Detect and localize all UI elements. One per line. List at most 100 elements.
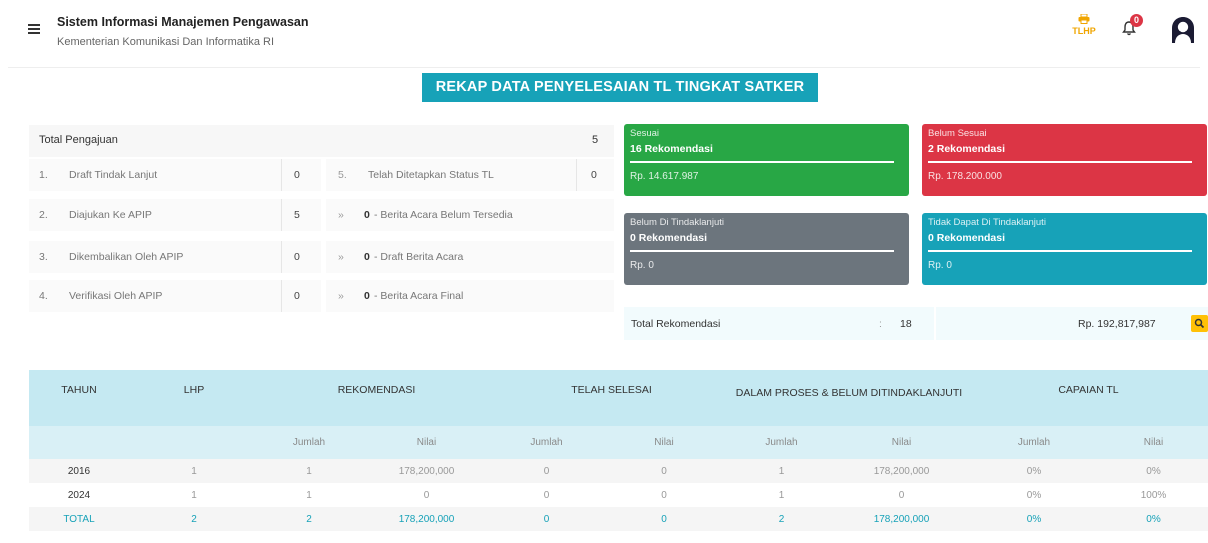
table-cell: 2	[129, 507, 259, 531]
item-label: - Berita Acara Final	[374, 290, 464, 302]
item-label: Telah Ditetapkan Status TL	[368, 169, 494, 181]
pengajuan-item[interactable]: » 0 - Berita Acara Final	[326, 280, 614, 312]
item-value: 0	[294, 169, 300, 181]
total-pengajuan-label: Total Pengajuan	[39, 134, 118, 146]
subheader: Jumlah	[729, 426, 834, 459]
table-cell: 2016	[29, 459, 129, 483]
tlhp-label: TLHP	[1072, 26, 1096, 36]
table-cell: 0%	[1099, 507, 1208, 531]
table-cell: 0	[494, 507, 599, 531]
table-subheader-row: Jumlah Nilai Jumlah Nilai Jumlah Nilai J…	[29, 426, 1208, 459]
app-title: Sistem Informasi Manajemen Pengawasan	[57, 15, 309, 29]
search-button[interactable]	[1191, 315, 1208, 332]
table-cell: 2	[729, 507, 834, 531]
table-cell: 1	[259, 459, 359, 483]
item-value: 0	[294, 290, 300, 302]
table-total-row: TOTAL 2 2 178,200,000 0 0 2 178,200,000 …	[29, 507, 1208, 531]
arrow-icon: »	[338, 290, 344, 302]
subheader: Jumlah	[494, 426, 599, 459]
rekap-table: TAHUN LHP REKOMENDASI TELAH SELESAI DALA…	[29, 370, 1208, 531]
pengajuan-item[interactable]: 1. Draft Tindak Lanjut 0	[29, 159, 321, 191]
card-count: 0 Rekomendasi	[928, 232, 1006, 244]
arrow-icon: »	[338, 209, 344, 221]
card-title: Sesuai	[630, 128, 660, 139]
table-cell: 178,200,000	[359, 459, 494, 483]
table-cell: 2024	[67, 489, 91, 501]
item-value: 0	[364, 290, 370, 302]
pengajuan-item[interactable]: » 0 - Draft Berita Acara	[326, 241, 614, 273]
subheader: Jumlah	[969, 426, 1099, 459]
table-header-row: TAHUN LHP REKOMENDASI TELAH SELESAI DALA…	[29, 370, 1208, 426]
notification-badge: 0	[1130, 14, 1143, 27]
table-cell: 0	[494, 459, 599, 483]
table-cell: 2	[259, 507, 359, 531]
table-cell: 0%	[1099, 459, 1208, 483]
subheader: Jumlah	[259, 426, 359, 459]
item-number: 5.	[338, 169, 347, 181]
pengajuan-item[interactable]: » 0 - Berita Acara Belum Tersedia	[326, 199, 614, 231]
card-amount: Rp. 0	[630, 260, 654, 271]
table-cell: 1	[778, 489, 785, 501]
total-pengajuan-row: Total Pengajuan 5	[29, 125, 614, 157]
item-value: 5	[294, 209, 300, 221]
card-count: 2 Rekomendasi	[928, 143, 1006, 155]
card-belum-sesuai[interactable]: Belum Sesuai 2 Rekomendasi Rp. 178.200.0…	[922, 124, 1207, 196]
item-value: 0	[364, 251, 370, 263]
item-label: Diajukan Ke APIP	[69, 209, 152, 221]
total-rekomendasi-count: 18	[900, 318, 912, 330]
item-number: 4.	[39, 290, 48, 302]
card-amount: Rp. 178.200.000	[928, 171, 1002, 182]
menu-icon[interactable]	[28, 24, 40, 36]
card-count: 16 Rekomendasi	[630, 143, 713, 155]
arrow-icon: »	[338, 251, 344, 263]
item-label: Draft Tindak Lanjut	[69, 169, 158, 181]
table-cell: 0	[661, 489, 667, 501]
subheader: Nilai	[359, 426, 494, 459]
table-cell: 0	[898, 489, 905, 501]
header-divider	[8, 67, 1200, 68]
table-row[interactable]: 2024 1 1 0 0 0 1 0 0% 100%	[29, 483, 1208, 507]
item-value: 0	[364, 209, 370, 221]
item-number: 2.	[39, 209, 48, 221]
table-cell: 0%	[969, 507, 1099, 531]
card-amount: Rp. 0	[928, 260, 952, 271]
table-cell: 1	[191, 489, 197, 501]
table-cell: TOTAL	[29, 507, 129, 531]
column-header: TAHUN	[29, 370, 129, 426]
subheader: Nilai	[599, 426, 729, 459]
card-sesuai[interactable]: Sesuai 16 Rekomendasi Rp. 14.617.987	[624, 124, 909, 196]
table-cell: 1	[729, 459, 834, 483]
table-cell: 178,200,000	[834, 507, 969, 531]
card-tidak-dapat-ditindaklanjuti[interactable]: Tidak Dapat Di Tindaklanjuti 0 Rekomenda…	[922, 213, 1207, 285]
item-label: Verifikasi Oleh APIP	[69, 290, 163, 302]
pengajuan-item[interactable]: 4. Verifikasi Oleh APIP 0	[29, 280, 321, 312]
table-cell: 0	[599, 507, 729, 531]
user-avatar-icon[interactable]	[1170, 16, 1196, 44]
pengajuan-item[interactable]: 2. Diajukan Ke APIP 5	[29, 199, 321, 231]
item-number: 1.	[39, 169, 48, 181]
item-value: 0	[294, 251, 300, 263]
column-header: LHP	[129, 370, 259, 426]
pengajuan-panel: Total Pengajuan 5 1. Draft Tindak Lanjut…	[29, 125, 614, 318]
card-amount: Rp. 14.617.987	[630, 171, 699, 182]
total-rekomendasi-amount: Rp. 192,817,987	[1078, 318, 1156, 330]
item-number: 3.	[39, 251, 48, 263]
table-cell: 1	[306, 489, 312, 501]
tlhp-button[interactable]: TLHP	[1064, 14, 1104, 36]
card-belum-ditindaklanjuti[interactable]: Belum Di Tindaklanjuti 0 Rekomendasi Rp.…	[624, 213, 909, 285]
table-cell: 1	[129, 459, 259, 483]
table-cell: 0%	[969, 459, 1099, 483]
table-cell: 0	[543, 489, 550, 501]
column-header: DALAM PROSES & BELUM DITINDAKLANJUTI	[729, 370, 969, 426]
table-row[interactable]: 2016 1 1 178,200,000 0 0 1 178,200,000 0…	[29, 459, 1208, 483]
top-header: Sistem Informasi Manajemen Pengawasan Ke…	[0, 0, 1208, 68]
item-value: 0	[591, 169, 597, 181]
subheader: Nilai	[1099, 426, 1208, 459]
pengajuan-item[interactable]: 5. Telah Ditetapkan Status TL 0	[326, 159, 614, 191]
table-cell: 178,200,000	[359, 507, 494, 531]
pengajuan-item[interactable]: 3. Dikembalikan Oleh APIP 0	[29, 241, 321, 273]
item-label: - Berita Acara Belum Tersedia	[374, 209, 513, 221]
table-cell: 100%	[1140, 489, 1167, 501]
column-header: CAPAIAN TL	[969, 370, 1208, 426]
item-label: - Draft Berita Acara	[374, 251, 464, 263]
